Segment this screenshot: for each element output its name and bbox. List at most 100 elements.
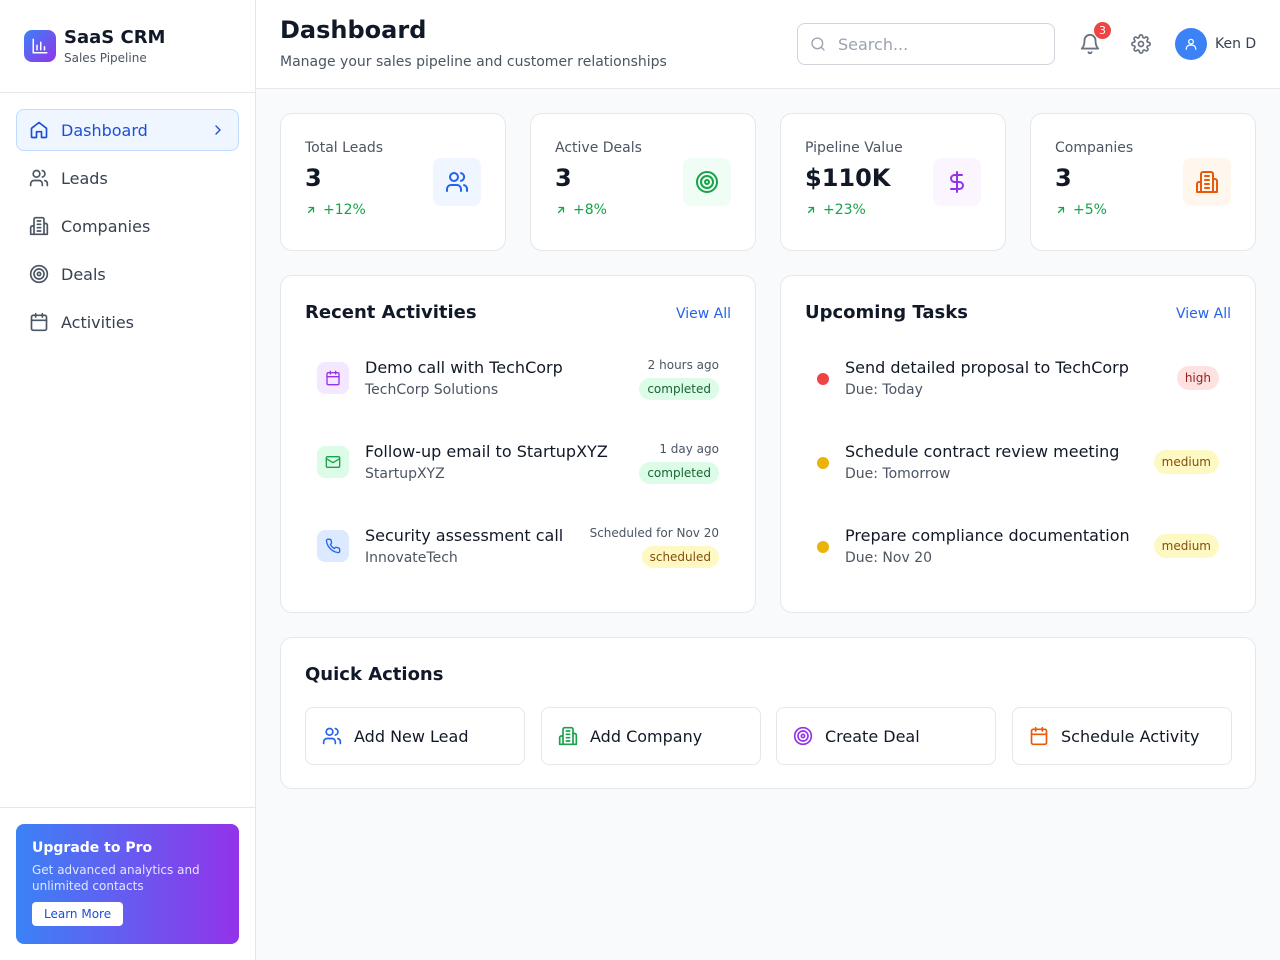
priority-badge: medium (1153, 534, 1219, 558)
activity-company: InnovateTech (365, 550, 458, 566)
sidebar-item-dashboard[interactable]: Dashboard (16, 109, 239, 151)
gear-icon[interactable] (1131, 34, 1151, 54)
priority-dot (817, 541, 829, 553)
building-icon (558, 726, 578, 746)
upgrade-promo: Upgrade to Pro Get advanced analytics an… (16, 824, 239, 944)
app-name: SaaS CRM (64, 27, 166, 48)
task-item[interactable]: Prepare compliance documentation Due: No… (805, 512, 1231, 580)
stat-change-value: +23% (823, 202, 866, 218)
arrow-up-right-icon (555, 204, 567, 216)
priority-dot (817, 457, 829, 469)
stat-card-total-leads: Total Leads 3 +12% (280, 113, 506, 251)
search-icon (810, 36, 826, 52)
activity-item[interactable]: Follow-up email to StartupXYZ StartupXYZ… (305, 428, 731, 496)
stat-card-active-deals: Active Deals 3 +8% (530, 113, 756, 251)
sidebar-item-label: Deals (61, 264, 106, 284)
calendar-icon (317, 362, 349, 394)
button-label: Schedule Activity (1061, 726, 1200, 746)
calendar-icon (29, 312, 49, 332)
bar-chart-icon (24, 30, 56, 62)
user-name[interactable]: Ken D (1215, 36, 1256, 52)
sidebar-item-activities[interactable]: Activities (16, 301, 239, 343)
stat-change-value: +8% (573, 202, 607, 218)
panel-title: Recent Activities (305, 302, 477, 323)
home-icon (29, 120, 49, 140)
status-badge: scheduled (641, 546, 719, 568)
search-input[interactable] (838, 34, 1038, 54)
activity-title: Demo call with TechCorp (365, 358, 563, 377)
quick-actions-panel: Quick Actions Add New Lead Add Company C… (280, 637, 1256, 789)
stat-label: Active Deals (555, 140, 642, 156)
target-icon (683, 158, 731, 206)
search-box (797, 23, 1055, 65)
stat-label: Pipeline Value (805, 140, 903, 156)
task-due: Due: Nov 20 (845, 550, 933, 566)
stat-card-companies: Companies 3 +5% (1030, 113, 1256, 251)
promo-text: Get advanced analytics and unlimited con… (32, 863, 200, 893)
add-company-button[interactable]: Add Company (541, 707, 761, 765)
activity-title: Security assessment call (365, 526, 564, 545)
building-icon (1183, 158, 1231, 206)
priority-dot (817, 373, 829, 385)
activity-item[interactable]: Security assessment call InnovateTech Sc… (305, 512, 731, 580)
promo-title: Upgrade to Pro (32, 840, 153, 856)
sidebar-footer: Upgrade to Pro Get advanced analytics an… (0, 807, 255, 960)
task-item[interactable]: Schedule contract review meeting Due: To… (805, 428, 1231, 496)
phone-icon (317, 530, 349, 562)
status-badge: completed (639, 378, 719, 400)
button-label: Create Deal (825, 726, 920, 746)
sidebar-item-label: Leads (61, 168, 108, 188)
activity-company: StartupXYZ (365, 466, 445, 482)
activity-time: 1 day ago (659, 442, 719, 456)
brand: SaaS CRM Sales Pipeline (0, 0, 255, 93)
sidebar: SaaS CRM Sales Pipeline Dashboard Leads … (0, 0, 256, 960)
arrow-up-right-icon (805, 204, 817, 216)
sidebar-item-label: Activities (61, 312, 134, 332)
page-title: Dashboard (280, 16, 427, 44)
activity-title: Follow-up email to StartupXYZ (365, 442, 608, 461)
panel-title: Quick Actions (305, 664, 444, 685)
activity-time: Scheduled for Nov 20 (589, 526, 719, 540)
recent-activities-panel: Recent Activities View All Demo call wit… (280, 275, 756, 613)
priority-badge: medium (1153, 450, 1219, 474)
task-due: Due: Tomorrow (845, 466, 951, 482)
stat-label: Companies (1055, 140, 1134, 156)
sidebar-item-label: Companies (61, 216, 151, 236)
mail-icon (317, 446, 349, 478)
stat-label: Total Leads (305, 140, 384, 156)
activity-time: 2 hours ago (647, 358, 719, 372)
task-title: Send detailed proposal to TechCorp (845, 358, 1129, 377)
sidebar-item-companies[interactable]: Companies (16, 205, 239, 247)
upcoming-tasks-panel: Upcoming Tasks View All Send detailed pr… (780, 275, 1256, 613)
users-icon (433, 158, 481, 206)
view-all-link[interactable]: View All (676, 306, 731, 322)
stat-card-pipeline-value: Pipeline Value $110K +23% (780, 113, 1006, 251)
chevron-right-icon (210, 122, 226, 138)
stat-change-value: +12% (323, 202, 366, 218)
panel-title: Upcoming Tasks (805, 302, 968, 323)
activity-item[interactable]: Demo call with TechCorp TechCorp Solutio… (305, 344, 731, 412)
sidebar-item-deals[interactable]: Deals (16, 253, 239, 295)
page-subtitle: Manage your sales pipeline and customer … (280, 54, 667, 70)
button-label: Add Company (590, 726, 703, 746)
arrow-up-right-icon (1055, 204, 1067, 216)
users-icon (322, 726, 342, 746)
schedule-activity-button[interactable]: Schedule Activity (1012, 707, 1232, 765)
view-all-link[interactable]: View All (1176, 306, 1231, 322)
target-icon (29, 264, 49, 284)
avatar[interactable] (1175, 28, 1207, 60)
sidebar-item-leads[interactable]: Leads (16, 157, 239, 199)
status-badge: completed (639, 462, 719, 484)
create-deal-button[interactable]: Create Deal (776, 707, 996, 765)
add-new-lead-button[interactable]: Add New Lead (305, 707, 525, 765)
target-icon (793, 726, 813, 746)
learn-more-button[interactable]: Learn More (32, 902, 124, 926)
task-item[interactable]: Send detailed proposal to TechCorp Due: … (805, 344, 1231, 412)
priority-badge: high (1176, 366, 1219, 390)
calendar-icon (1029, 726, 1049, 746)
dollar-icon (933, 158, 981, 206)
sidebar-item-label: Dashboard (61, 120, 148, 140)
arrow-up-right-icon (305, 204, 317, 216)
activity-company: TechCorp Solutions (365, 382, 499, 398)
task-due: Due: Today (845, 382, 923, 398)
